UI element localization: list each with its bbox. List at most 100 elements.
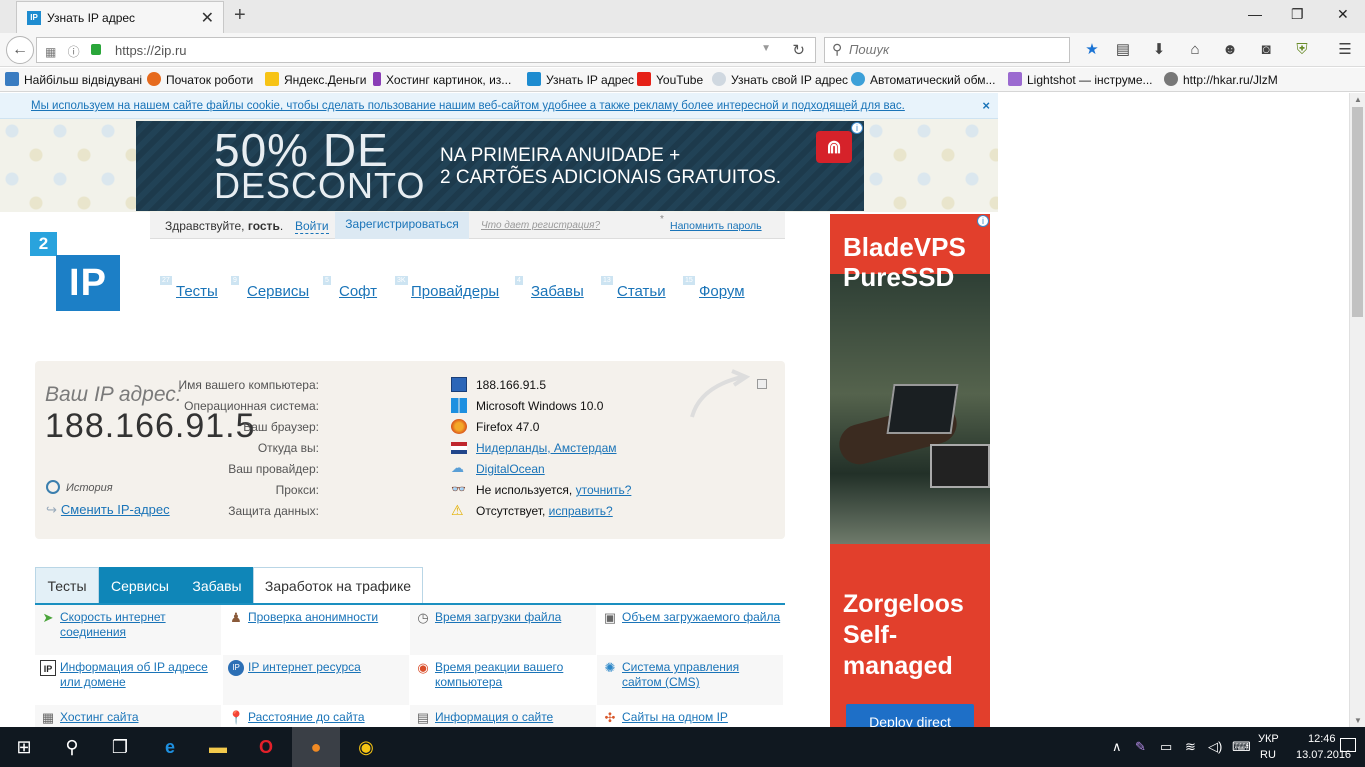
pocket-icon[interactable]: ◙: [1257, 41, 1275, 59]
downloads-icon[interactable]: ⬇: [1150, 41, 1168, 59]
ad-info-icon[interactable]: i: [977, 215, 989, 227]
notifications-icon[interactable]: [1340, 738, 1356, 752]
ad-info-icon[interactable]: i: [851, 122, 863, 134]
tab-services[interactable]: Сервисы: [99, 567, 181, 603]
close-tab-icon[interactable]: ✕: [201, 8, 214, 28]
service-item[interactable]: ▣ Объем загружаемого файла: [597, 605, 783, 655]
start-icon[interactable]: ⊞: [0, 727, 48, 767]
page-scrollbar[interactable]: ▲ ▼: [1349, 93, 1365, 727]
wifi-icon[interactable]: ≋: [1185, 739, 1196, 755]
nav-label[interactable]: Сервисы: [247, 283, 309, 300]
clock-time[interactable]: 12:46: [1308, 733, 1336, 745]
layout-indicator[interactable]: RU: [1260, 749, 1276, 761]
change-ip-link[interactable]: ↪ Сменить IP-адрес: [46, 502, 170, 518]
extension-shield-icon[interactable]: ⛨: [1293, 41, 1311, 59]
bookmark-item[interactable]: Найбільш відвідувані: [5, 72, 142, 87]
minimize-icon[interactable]: —: [1248, 6, 1262, 22]
bookmark-item[interactable]: Початок роботи: [147, 72, 253, 87]
opera-icon[interactable]: O: [242, 727, 290, 767]
service-item[interactable]: ✣ Сайты на одном IP: [597, 705, 783, 727]
scroll-down-icon[interactable]: ▼: [1354, 716, 1362, 725]
bookmark-item[interactable]: Lightshot — інструме...: [1008, 72, 1153, 87]
reload-icon[interactable]: ↻: [792, 41, 805, 59]
back-button[interactable]: ←: [6, 36, 34, 64]
search-input[interactable]: [849, 42, 1059, 57]
close-window-icon[interactable]: ✕: [1337, 6, 1349, 23]
reading-list-icon[interactable]: ▤: [1114, 41, 1132, 59]
side-ad[interactable]: BladeVPS PureSSD Zorgeloos Self- managed…: [830, 214, 990, 727]
service-item[interactable]: IP Информация об IP адресе или домене: [35, 655, 221, 705]
service-item[interactable]: ♟ Проверка анонимности: [223, 605, 409, 655]
identity-icons[interactable]: ▦ ⓘ: [45, 43, 84, 60]
search-icon: ⚲: [832, 41, 843, 57]
file-explorer-icon[interactable]: ▬: [194, 727, 242, 767]
bookmark-item[interactable]: Автоматический обм...: [851, 72, 995, 87]
firefox-icon[interactable]: ●: [292, 727, 340, 767]
new-tab-icon[interactable]: +: [234, 4, 246, 27]
deploy-button[interactable]: Deploy direct: [846, 704, 974, 727]
browser-tab[interactable]: IP Узнать IP адрес ✕: [16, 1, 224, 33]
edge-icon[interactable]: e: [146, 727, 194, 767]
ad-slogan-1: Zorgeloos: [843, 590, 964, 618]
tab-earnings[interactable]: Заработок на трафике: [253, 567, 423, 603]
maximize-icon[interactable]: ❐: [1291, 6, 1304, 23]
tray-chevron-icon[interactable]: ∧: [1112, 739, 1122, 755]
proxy-check-link[interactable]: уточнить?: [576, 483, 632, 497]
bookmark-item[interactable]: Яндекс.Деньги: [265, 72, 366, 87]
search-box[interactable]: ⚲: [824, 37, 1070, 63]
nav-label[interactable]: Провайдеры: [411, 283, 499, 300]
service-item[interactable]: 📍 Расстояние до сайта: [223, 705, 409, 727]
bookmark-item[interactable]: Узнать свой IP адрес: [712, 72, 848, 87]
menu-icon[interactable]: ☰: [1336, 41, 1354, 59]
site-logo-ip[interactable]: IP: [56, 255, 120, 311]
service-item[interactable]: IP IP интернет ресурса: [223, 655, 409, 705]
scrollbar-thumb[interactable]: [1352, 107, 1363, 317]
battery-icon[interactable]: ▭: [1160, 739, 1172, 755]
nav-label[interactable]: Софт: [339, 283, 377, 300]
checkbox-icon[interactable]: [757, 379, 767, 389]
tab-tests[interactable]: Тесты: [35, 567, 99, 603]
service-item[interactable]: ➤ Скорость интернет соединения: [35, 605, 221, 655]
register-button[interactable]: Зарегистрироваться: [335, 212, 469, 239]
provider-link[interactable]: DigitalOcean: [476, 462, 545, 476]
login-link[interactable]: Войти: [295, 219, 329, 234]
history-link[interactable]: История: [46, 480, 113, 494]
bookmark-item[interactable]: Хостинг картинок, из...: [373, 72, 511, 87]
service-item[interactable]: ✺ Система управления сайтом (CMS): [597, 655, 783, 705]
nav-label[interactable]: Статьи: [617, 283, 666, 300]
home-icon[interactable]: ⌂: [1186, 41, 1204, 59]
bookmark-item[interactable]: YouTube: [637, 72, 703, 87]
scroll-up-icon[interactable]: ▲: [1354, 95, 1362, 104]
language-indicator[interactable]: УКР: [1258, 733, 1279, 745]
dropdown-arrow-icon[interactable]: ▼: [761, 43, 771, 54]
fix-protection-link[interactable]: исправить?: [549, 504, 613, 518]
nav-label[interactable]: Забавы: [531, 283, 584, 300]
ad-banner[interactable]: 50% DE DESCONTO NA PRIMEIRA ANUIDADE + 2…: [136, 121, 864, 211]
nav-label[interactable]: Тесты: [176, 283, 218, 300]
bookmark-star-icon[interactable]: ★: [1083, 41, 1101, 59]
volume-icon[interactable]: ◁): [1208, 739, 1222, 755]
service-item[interactable]: ◉ Время реакции вашего компьютера: [410, 655, 596, 705]
cookie-notice-link[interactable]: Мы используем на нашем сайте файлы cooki…: [31, 100, 905, 112]
location-link[interactable]: Нидерланды, Амстердам: [476, 441, 617, 455]
tab-fun[interactable]: Забавы: [181, 567, 253, 603]
service-item[interactable]: ◷ Время загрузки файла: [410, 605, 596, 655]
app-icon[interactable]: ◉: [342, 727, 390, 767]
remind-password-link[interactable]: Напомнить пароль: [670, 220, 762, 232]
lightshot-icon[interactable]: ✎: [1135, 739, 1146, 755]
registration-info-link[interactable]: Что дает регистрация?: [481, 220, 600, 231]
search-icon[interactable]: ⚲: [48, 727, 96, 767]
close-icon[interactable]: ×: [982, 98, 990, 113]
url-text[interactable]: https://2ip.ru: [115, 43, 187, 58]
bookmark-item[interactable]: http://hkar.ru/JlzM: [1164, 72, 1278, 87]
keyboard-icon[interactable]: ⌨: [1232, 739, 1251, 755]
navigation-toolbar: ← ▦ ⓘ https://2ip.ru ▼ ↻ ⚲ ★ ▤ ⬇ ⌂ ☻ ◙ ⛨…: [0, 33, 1365, 67]
bookmark-item[interactable]: Узнать IP адрес: [527, 72, 634, 87]
site-logo-2[interactable]: 2: [30, 232, 57, 256]
service-item[interactable]: ▤ Информация о сайте: [410, 705, 596, 727]
service-item[interactable]: ▦ Хостинг сайта: [35, 705, 221, 727]
hello-icon[interactable]: ☻: [1221, 41, 1239, 59]
nav-label[interactable]: Форум: [699, 283, 745, 300]
address-bar[interactable]: ▦ ⓘ https://2ip.ru ▼ ↻: [36, 37, 816, 63]
task-view-icon[interactable]: ❐: [96, 727, 144, 767]
